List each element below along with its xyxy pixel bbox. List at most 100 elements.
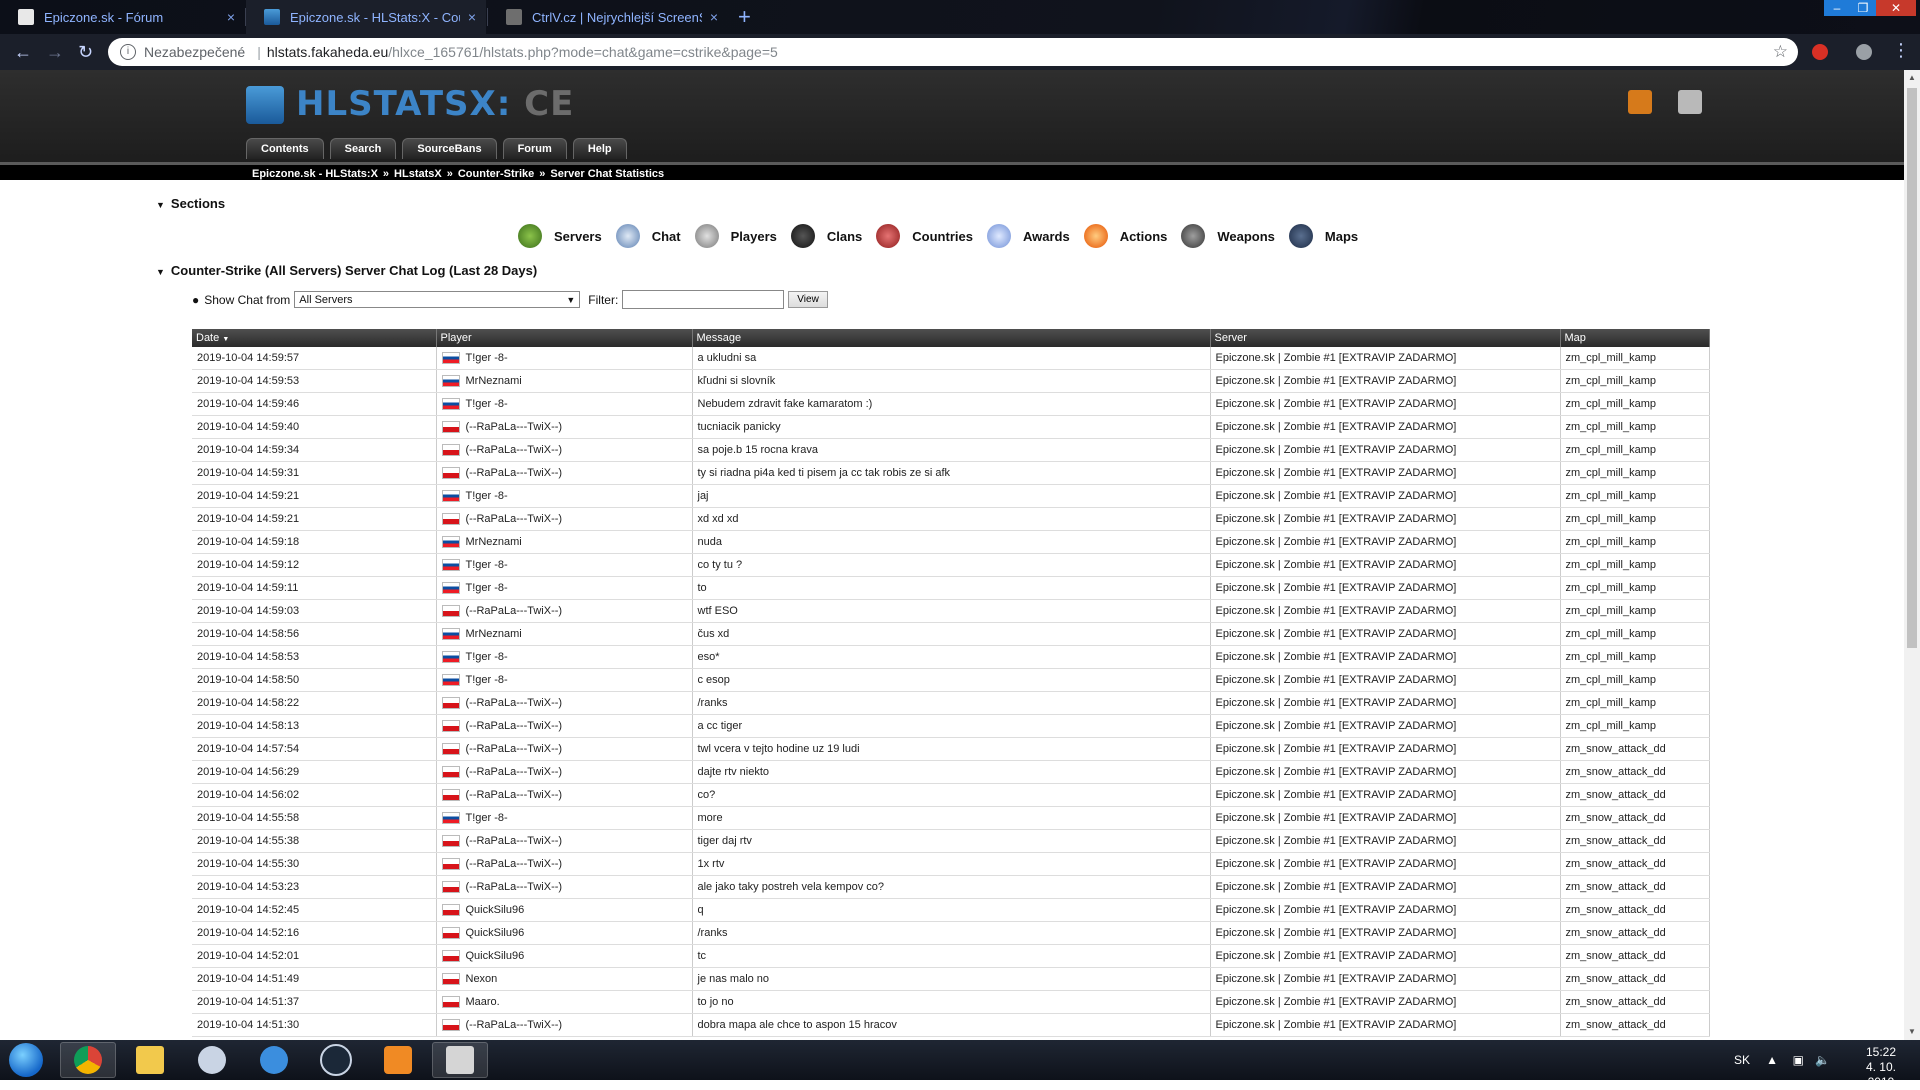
player-name[interactable]: (--RaPaLa---TwiX--): [466, 881, 563, 893]
counter-strike-game-icon[interactable]: [1628, 90, 1652, 114]
page-scrollbar[interactable]: ▲ ▼: [1904, 70, 1920, 1040]
player-name[interactable]: Nexon: [466, 973, 498, 985]
cell-player[interactable]: T!ger -8-: [436, 806, 693, 830]
player-name[interactable]: (--RaPaLa---TwiX--): [466, 858, 563, 870]
cell-player[interactable]: (--RaPaLa---TwiX--): [436, 599, 693, 623]
maximize-button[interactable]: ❐: [1850, 0, 1876, 16]
player-name[interactable]: (--RaPaLa---TwiX--): [466, 1019, 563, 1031]
taskbar-explorer[interactable]: [122, 1042, 178, 1078]
player-name[interactable]: QuickSilu96: [466, 950, 525, 962]
cell-player[interactable]: (--RaPaLa---TwiX--): [436, 875, 693, 899]
cell-player[interactable]: (--RaPaLa---TwiX--): [436, 737, 693, 761]
cell-player[interactable]: (--RaPaLa---TwiX--): [436, 691, 693, 715]
player-name[interactable]: (--RaPaLa---TwiX--): [466, 467, 563, 479]
cell-player[interactable]: QuickSilu96: [436, 944, 693, 968]
cell-player[interactable]: T!ger -8-: [436, 553, 693, 577]
nav-tab-sourcebans[interactable]: SourceBans: [402, 138, 497, 159]
server-select[interactable]: All Servers ▼: [294, 291, 581, 308]
scrollbar-thumb[interactable]: [1907, 88, 1917, 648]
sections-heading[interactable]: ▼ Sections: [156, 196, 225, 211]
reload-icon[interactable]: ↻: [78, 42, 93, 63]
url-field[interactable]: i Nezabezpečené | hlstats.fakaheda.eu /h…: [108, 38, 1798, 66]
tab-ctrlv[interactable]: CtrlV.cz | Nejrychlejší ScreenShot ×: [488, 0, 728, 34]
taskbar-steam[interactable]: [184, 1042, 240, 1078]
menu-icon[interactable]: ⋮: [1892, 40, 1910, 61]
nav-tab-search[interactable]: Search: [329, 138, 397, 159]
cell-player[interactable]: T!ger -8-: [436, 392, 693, 416]
cell-player[interactable]: Maaro.: [436, 990, 693, 1014]
taskbar-steam-2[interactable]: [308, 1042, 364, 1078]
column-header-date[interactable]: Date ▼: [192, 329, 437, 347]
cs-player-game-icon[interactable]: [1678, 90, 1702, 114]
player-name[interactable]: (--RaPaLa---TwiX--): [466, 605, 563, 617]
player-name[interactable]: T!ger -8-: [466, 559, 508, 571]
view-button[interactable]: View: [788, 291, 828, 308]
section-players[interactable]: Players: [694, 224, 777, 248]
language-indicator[interactable]: SK: [1734, 1053, 1750, 1067]
cell-player[interactable]: QuickSilu96: [436, 898, 693, 922]
player-name[interactable]: MrNeznami: [466, 375, 522, 387]
taskbar-chrome[interactable]: [60, 1042, 116, 1078]
cell-player[interactable]: (--RaPaLa---TwiX--): [436, 714, 693, 738]
cell-player[interactable]: T!ger -8-: [436, 347, 693, 370]
cell-player[interactable]: T!ger -8-: [436, 645, 693, 669]
section-countries[interactable]: Countries: [876, 224, 973, 248]
breadcrumb-item[interactable]: Counter-Strike: [458, 168, 534, 180]
close-icon[interactable]: ×: [468, 9, 476, 25]
player-name[interactable]: T!ger -8-: [466, 651, 508, 663]
scroll-down-arrow-icon[interactable]: ▼: [1904, 1024, 1920, 1040]
cell-player[interactable]: MrNeznami: [436, 622, 693, 646]
cell-player[interactable]: (--RaPaLa---TwiX--): [436, 415, 693, 439]
section-clans[interactable]: Clans: [790, 224, 862, 248]
cell-player[interactable]: (--RaPaLa---TwiX--): [436, 1013, 693, 1037]
forward-icon[interactable]: →: [46, 42, 64, 63]
player-name[interactable]: MrNeznami: [466, 536, 522, 548]
player-name[interactable]: QuickSilu96: [466, 904, 525, 916]
nav-tab-contents[interactable]: Contents: [246, 138, 324, 159]
player-name[interactable]: (--RaPaLa---TwiX--): [466, 720, 563, 732]
tray-expand-icon[interactable]: ▲: [1766, 1053, 1778, 1067]
cell-player[interactable]: (--RaPaLa---TwiX--): [436, 438, 693, 462]
cell-player[interactable]: (--RaPaLa---TwiX--): [436, 507, 693, 531]
player-name[interactable]: T!ger -8-: [466, 812, 508, 824]
chatlog-heading[interactable]: ▼ Counter-Strike (All Servers) Server Cha…: [156, 263, 537, 278]
window-close-button[interactable]: ✕: [1876, 0, 1916, 16]
section-awards[interactable]: Awards: [986, 224, 1070, 248]
site-logo[interactable]: HLSTATSX: CE: [296, 84, 574, 124]
section-weapons[interactable]: Weapons: [1181, 224, 1275, 248]
player-name[interactable]: MrNeznami: [466, 628, 522, 640]
player-name[interactable]: (--RaPaLa---TwiX--): [466, 789, 563, 801]
player-name[interactable]: T!ger -8-: [466, 490, 508, 502]
section-maps[interactable]: Maps: [1288, 224, 1358, 248]
extension-icon[interactable]: [1812, 44, 1828, 60]
info-icon[interactable]: i: [120, 44, 136, 60]
nav-tab-help[interactable]: Help: [572, 138, 627, 159]
section-actions[interactable]: Actions: [1083, 224, 1167, 248]
close-icon[interactable]: ×: [710, 9, 718, 25]
profile-avatar-icon[interactable]: [1856, 44, 1872, 60]
cell-player[interactable]: (--RaPaLa---TwiX--): [436, 760, 693, 784]
breadcrumb-item[interactable]: HLstatsX: [394, 168, 442, 180]
close-icon[interactable]: ×: [227, 9, 235, 25]
player-name[interactable]: (--RaPaLa---TwiX--): [466, 421, 563, 433]
player-name[interactable]: T!ger -8-: [466, 352, 508, 364]
player-name[interactable]: Maaro.: [466, 996, 500, 1008]
cell-player[interactable]: (--RaPaLa---TwiX--): [436, 461, 693, 485]
tab-hlstats[interactable]: Epiczone.sk - HLStats:X - Counter-Strike…: [246, 0, 486, 34]
back-icon[interactable]: ←: [14, 42, 32, 63]
player-name[interactable]: T!ger -8-: [466, 582, 508, 594]
cell-player[interactable]: T!ger -8-: [436, 668, 693, 692]
player-name[interactable]: (--RaPaLa---TwiX--): [466, 743, 563, 755]
taskbar-clock[interactable]: 15:22 4. 10. 2019: [1866, 1045, 1896, 1090]
bookmark-star-icon[interactable]: ☆: [1773, 42, 1788, 62]
cell-player[interactable]: MrNeznami: [436, 530, 693, 554]
cell-player[interactable]: Nexon: [436, 967, 693, 991]
cell-player[interactable]: T!ger -8-: [436, 484, 693, 508]
column-header-player[interactable]: Player: [436, 329, 693, 347]
section-servers[interactable]: Servers: [518, 224, 602, 248]
column-header-map[interactable]: Map: [1560, 329, 1710, 347]
taskbar-counter-strike[interactable]: [432, 1042, 488, 1078]
section-chat[interactable]: Chat: [615, 224, 681, 248]
nav-tab-forum[interactable]: Forum: [502, 138, 567, 159]
player-name[interactable]: QuickSilu96: [466, 927, 525, 939]
